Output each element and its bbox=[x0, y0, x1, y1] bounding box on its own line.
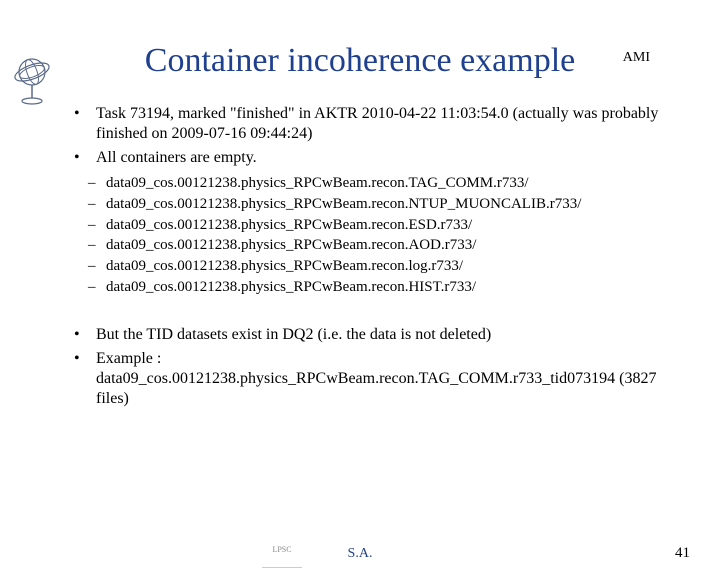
list-item: Example : data09_cos.00121238.physics_RP… bbox=[74, 349, 670, 409]
page-title: Container incoherence example bbox=[0, 42, 720, 80]
list-item: data09_cos.00121238.physics_RPCwBeam.rec… bbox=[88, 216, 670, 235]
globe-logo-icon bbox=[10, 52, 54, 106]
list-item: All containers are empty. bbox=[74, 148, 670, 168]
list-item: But the TID datasets exist in DQ2 (i.e. … bbox=[74, 325, 670, 345]
bullet-list-top: Task 73194, marked "finished" in AKTR 20… bbox=[50, 104, 670, 168]
bullet-list-bottom: But the TID datasets exist in DQ2 (i.e. … bbox=[50, 325, 670, 409]
content-body: Task 73194, marked "finished" in AKTR 20… bbox=[50, 104, 670, 409]
footer: LPSC S.A. 41 bbox=[0, 538, 720, 568]
sub-bullet-list: data09_cos.00121238.physics_RPCwBeam.rec… bbox=[50, 174, 670, 297]
list-item: data09_cos.00121238.physics_RPCwBeam.rec… bbox=[88, 174, 670, 193]
page-number: 41 bbox=[675, 545, 690, 562]
list-item: data09_cos.00121238.physics_RPCwBeam.rec… bbox=[88, 257, 670, 276]
list-item: data09_cos.00121238.physics_RPCwBeam.rec… bbox=[88, 195, 670, 214]
list-item: Task 73194, marked "finished" in AKTR 20… bbox=[74, 104, 670, 144]
footer-author: S.A. bbox=[0, 546, 720, 562]
header-label: AMI bbox=[623, 50, 650, 66]
list-item: data09_cos.00121238.physics_RPCwBeam.rec… bbox=[88, 236, 670, 255]
list-item: data09_cos.00121238.physics_RPCwBeam.rec… bbox=[88, 278, 670, 297]
